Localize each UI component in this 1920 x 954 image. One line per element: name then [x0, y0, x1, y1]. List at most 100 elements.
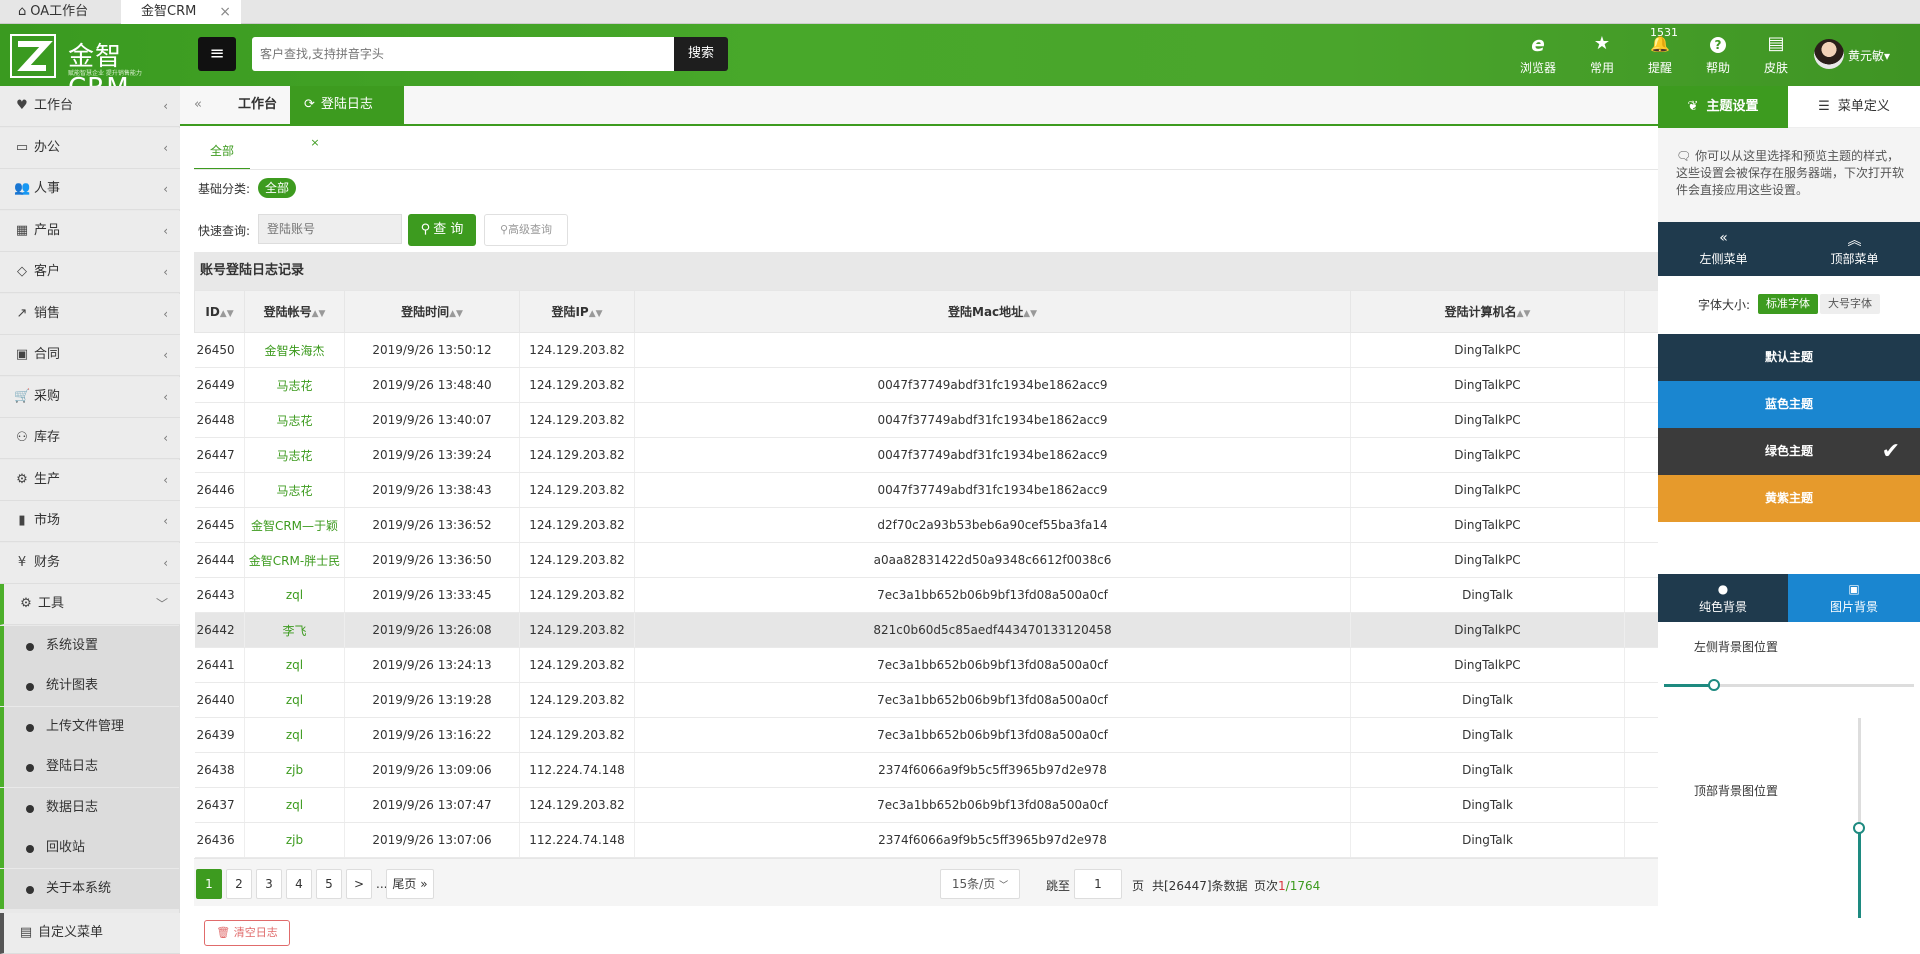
sidebar-item[interactable]: ⚙ 工具 ﹀ — [0, 584, 180, 625]
table-row[interactable]: 26439 zql 2019/9/26 13:16:22 124.129.203.82… — [194, 717, 1659, 753]
left-bg-position-slider[interactable] — [1664, 679, 1914, 691]
sidebar-item[interactable]: ¥ 财务 ‹ — [0, 542, 180, 584]
table-row[interactable]: 26440 zql 2019/9/26 13:19:28 124.129.203.82… — [194, 682, 1659, 718]
table-cell[interactable]: 马志花 — [244, 437, 345, 473]
font-large-option[interactable]: 大号字体 — [1820, 294, 1880, 314]
subtab-all[interactable]: 全部 — [194, 138, 250, 170]
login-account-input[interactable] — [258, 214, 402, 244]
slider-handle[interactable] — [1853, 822, 1865, 834]
sidebar-subitem[interactable]: 数据日志 — [0, 787, 180, 828]
sidebar-subitem[interactable]: 上传文件管理 — [0, 706, 180, 747]
table-cell[interactable]: zjb — [244, 822, 345, 858]
table-cell[interactable]: 马志花 — [244, 472, 345, 508]
tab-theme-settings[interactable]: ❦ 主题设置 — [1658, 86, 1788, 128]
table-row[interactable]: 26448 马志花 2019/9/26 13:40:07 124.129.203.82… — [194, 402, 1659, 438]
table-row[interactable]: 26444 金智CRM-胖士民 2019/9/26 13:36:50 124.129.… — [194, 542, 1659, 578]
table-cell[interactable]: zql — [244, 682, 345, 718]
next-page-button[interactable]: > — [346, 869, 372, 899]
help-button[interactable]: ? 帮助 — [1690, 32, 1746, 80]
page-button[interactable]: 4 — [286, 869, 312, 899]
search-button[interactable]: 搜索 — [674, 37, 728, 71]
sidebar-item[interactable]: ▣ 合同 ‹ — [0, 335, 180, 376]
table-cell[interactable]: 马志花 — [244, 402, 345, 438]
sidebar-item[interactable]: 🛒 采购 ‹ — [0, 376, 180, 418]
category-all-badge[interactable]: 全部 — [258, 178, 296, 198]
sidebar-item-custom-menu[interactable]: ▤ 自定义菜单 — [0, 913, 180, 954]
table-cell[interactable]: zql — [244, 577, 345, 613]
font-standard-option[interactable]: 标准字体 — [1758, 294, 1818, 314]
table-row[interactable]: 26450 金智朱海杰 2019/9/26 13:50:12 124.129.203.… — [194, 332, 1659, 368]
table-cell[interactable]: zjb — [244, 752, 345, 788]
column-header[interactable]: 登陆计算机名▲▼ — [1350, 290, 1625, 333]
theme-option[interactable]: 绿色主题 ✔ — [1658, 428, 1920, 475]
top-menu-option[interactable]: ︽ 顶部菜单 — [1789, 222, 1920, 276]
customer-search-input[interactable] — [252, 37, 674, 71]
browser-tab-oa[interactable]: ⌂ OA工作台 — [0, 0, 120, 24]
table-cell[interactable]: 马志花 — [244, 367, 345, 403]
tab-login-log[interactable]: ⟳ 登陆日志 × — [290, 86, 404, 150]
theme-option[interactable]: 黄紫主题 — [1658, 475, 1920, 522]
top-bg-position-slider[interactable] — [1853, 718, 1865, 918]
sidebar-item[interactable]: ▮ 市场 ‹ — [0, 501, 180, 542]
tab-menu-definition[interactable]: ☰ 菜单定义 — [1788, 86, 1920, 128]
refresh-icon[interactable]: ⟳ — [304, 97, 315, 112]
slider-handle[interactable] — [1708, 679, 1720, 691]
table-row[interactable]: 26441 zql 2019/9/26 13:24:13 124.129.203.82… — [194, 647, 1659, 683]
column-header[interactable]: ID▲▼ — [194, 290, 245, 333]
column-header[interactable]: 登陆帐号▲▼ — [244, 290, 345, 333]
column-header[interactable]: 登陆Mac地址▲▼ — [634, 290, 1351, 333]
page-button[interactable]: 1 — [196, 869, 222, 899]
table-cell[interactable]: 金智朱海杰 — [244, 332, 345, 368]
sidebar-subitem[interactable]: 系统设置 — [0, 625, 180, 666]
close-icon[interactable]: × — [219, 0, 231, 24]
page-button[interactable]: 5 — [316, 869, 342, 899]
image-background-option[interactable]: ▣ 图片背景 — [1788, 574, 1920, 622]
sidebar-item[interactable]: ↗ 销售 ‹ — [0, 293, 180, 335]
table-cell[interactable]: zql — [244, 787, 345, 823]
close-icon[interactable]: × — [308, 136, 322, 150]
browser-tab-crm[interactable]: 金智CRM × — [121, 0, 241, 24]
table-cell[interactable]: zql — [244, 647, 345, 683]
left-menu-option[interactable]: « 左侧菜单 — [1658, 222, 1789, 276]
solid-background-option[interactable]: ● 纯色背景 — [1658, 574, 1788, 622]
sidebar-item[interactable]: 👥 人事 ‹ — [0, 169, 180, 210]
page-size-select[interactable]: 15条/页 ﹀ — [940, 869, 1020, 899]
table-row[interactable]: 26436 zjb 2019/9/26 13:07:06 112.224.74.148… — [194, 822, 1659, 858]
column-header[interactable]: 登陆IP▲▼ — [519, 290, 635, 333]
sidebar-subitem[interactable]: 回收站 — [0, 828, 180, 868]
query-button[interactable]: ⚲ 查 询 — [408, 214, 476, 246]
sidebar-item[interactable]: ♥ 工作台 ‹ — [0, 86, 180, 127]
sidebar-subitem[interactable]: 关于本系统 — [0, 868, 180, 909]
sidebar-item[interactable]: ▦ 产品 ‹ — [0, 210, 180, 252]
sidebar-subitem[interactable]: 登陆日志 — [0, 747, 180, 787]
page-button[interactable]: 2 — [226, 869, 252, 899]
favorites-button[interactable]: ★ 常用 — [1574, 32, 1630, 80]
table-row[interactable]: 26447 马志花 2019/9/26 13:39:24 124.129.203.82… — [194, 437, 1659, 473]
table-row[interactable]: 26437 zql 2019/9/26 13:07:47 124.129.203.82… — [194, 787, 1659, 823]
theme-option[interactable]: 默认主题 — [1658, 334, 1920, 381]
table-row[interactable]: 26438 zjb 2019/9/26 13:09:06 112.224.74.148… — [194, 752, 1659, 788]
sidebar-subitem[interactable]: 统计图表 — [0, 666, 180, 706]
last-page-button[interactable]: 尾页 » — [386, 869, 434, 899]
page-button[interactable]: 3 — [256, 869, 282, 899]
browser-button[interactable]: e 浏览器 — [1510, 32, 1566, 80]
reminder-button[interactable]: 1531 🔔 提醒 — [1632, 26, 1688, 80]
table-cell[interactable]: 李飞 — [244, 612, 345, 648]
menu-toggle-button[interactable]: ≡ — [198, 37, 236, 71]
sidebar-item[interactable]: ▭ 办公 ‹ — [0, 127, 180, 169]
table-cell[interactable]: 金智CRM-胖士民 — [244, 542, 345, 578]
table-row[interactable]: 26446 马志花 2019/9/26 13:38:43 124.129.203.82… — [194, 472, 1659, 508]
table-row[interactable]: 26442 李飞 2019/9/26 13:26:08 124.129.203.82 8… — [194, 612, 1659, 648]
table-cell[interactable]: zql — [244, 717, 345, 753]
sidebar-item[interactable]: ◇ 客户 ‹ — [0, 252, 180, 293]
jump-page-input[interactable]: 1 — [1074, 869, 1122, 899]
advanced-query-button[interactable]: ⚲高级查询 — [484, 214, 568, 246]
table-row[interactable]: 26443 zql 2019/9/26 13:33:45 124.129.203.82… — [194, 577, 1659, 613]
sidebar-item[interactable]: ⚙ 生产 ‹ — [0, 459, 180, 501]
table-row[interactable]: 26449 马志花 2019/9/26 13:48:40 124.129.203.82… — [194, 367, 1659, 403]
skin-button[interactable]: ▤ 皮肤 — [1748, 32, 1804, 80]
sidebar-item[interactable]: ⚇ 库存 ‹ — [0, 418, 180, 459]
tabs-back-button[interactable]: « — [180, 86, 216, 124]
tab-workbench[interactable]: 工作台 — [224, 86, 291, 124]
theme-option[interactable]: 蓝色主题 — [1658, 381, 1920, 428]
